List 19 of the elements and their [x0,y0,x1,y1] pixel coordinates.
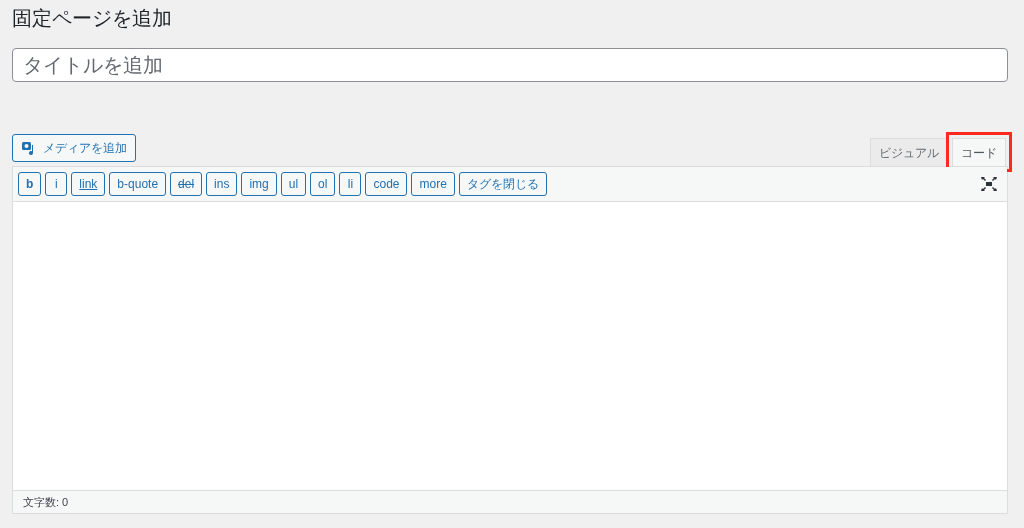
quicktag-button[interactable]: more [411,172,455,196]
quicktag-button[interactable]: ol [310,172,336,196]
quicktag-button[interactable]: img [241,172,277,196]
quicktag-button[interactable]: code [365,172,408,196]
quicktag-button[interactable]: b-quote [109,172,167,196]
title-field[interactable]: タイトルを追加 [12,48,1008,82]
quicktag-button[interactable]: del [170,172,203,196]
page-title: 固定ページを追加 [12,6,172,31]
fullscreen-icon[interactable] [981,177,997,191]
quicktag-button[interactable]: li [339,172,362,196]
quicktag-button[interactable]: b [18,172,42,196]
quicktag-button[interactable]: ins [206,172,238,196]
quicktag-button[interactable]: タグを閉じる [458,172,547,196]
add-media-button[interactable]: メディアを追加 [12,134,136,162]
quicktag-button[interactable]: link [71,172,106,196]
word-count: 文字数: 0 [23,494,69,510]
quicktag-button[interactable]: ul [280,172,307,196]
quicktag-button[interactable]: i [45,172,68,196]
editor-tab[interactable]: ビジュアル [870,138,948,166]
